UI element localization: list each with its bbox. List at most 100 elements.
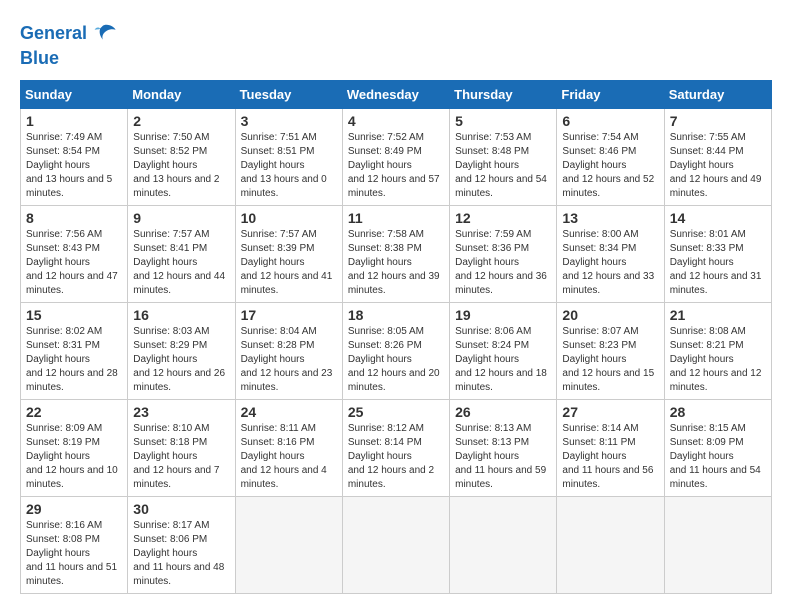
daylight-value: and 12 hours and 49 minutes.	[670, 174, 762, 199]
day-cell-22: 22 Sunrise: 8:09 AM Sunset: 8:19 PM Dayl…	[21, 399, 128, 496]
daylight-value: and 12 hours and 10 minutes.	[26, 465, 118, 490]
day-number: 5	[455, 113, 551, 129]
day-cell-5: 5 Sunrise: 7:53 AM Sunset: 8:48 PM Dayli…	[450, 108, 557, 205]
daylight-value: and 12 hours and 47 minutes.	[26, 271, 118, 296]
sunrise-label: Sunrise: 8:07 AM	[562, 326, 638, 337]
day-info: Sunrise: 8:16 AM Sunset: 8:08 PM Dayligh…	[26, 519, 122, 589]
day-number: 25	[348, 404, 444, 420]
daylight-label: Daylight hours	[133, 354, 197, 365]
sunrise-label: Sunrise: 7:57 AM	[241, 229, 317, 240]
day-cell-29: 29 Sunrise: 8:16 AM Sunset: 8:08 PM Dayl…	[21, 496, 128, 593]
calendar-table: SundayMondayTuesdayWednesdayThursdayFrid…	[20, 80, 772, 594]
calendar-header-row: SundayMondayTuesdayWednesdayThursdayFrid…	[21, 80, 772, 108]
day-cell-7: 7 Sunrise: 7:55 AM Sunset: 8:44 PM Dayli…	[664, 108, 771, 205]
daylight-value: and 11 hours and 51 minutes.	[26, 562, 117, 587]
daylight-value: and 12 hours and 2 minutes.	[348, 465, 434, 490]
sunrise-label: Sunrise: 8:00 AM	[562, 229, 638, 240]
sunset-label: Sunset: 8:52 PM	[133, 146, 207, 157]
sunset-label: Sunset: 8:28 PM	[241, 340, 315, 351]
sunrise-label: Sunrise: 8:09 AM	[26, 423, 102, 434]
empty-cell	[342, 496, 449, 593]
sunrise-label: Sunrise: 8:01 AM	[670, 229, 746, 240]
daylight-label: Daylight hours	[348, 160, 412, 171]
daylight-label: Daylight hours	[241, 451, 305, 462]
day-number: 15	[26, 307, 122, 323]
daylight-label: Daylight hours	[670, 354, 734, 365]
daylight-value: and 12 hours and 39 minutes.	[348, 271, 440, 296]
daylight-label: Daylight hours	[562, 160, 626, 171]
day-number: 11	[348, 210, 444, 226]
daylight-value: and 12 hours and 28 minutes.	[26, 368, 118, 393]
day-info: Sunrise: 7:57 AM Sunset: 8:39 PM Dayligh…	[241, 228, 337, 298]
daylight-label: Daylight hours	[133, 548, 197, 559]
sunrise-label: Sunrise: 7:54 AM	[562, 132, 638, 143]
day-info: Sunrise: 8:10 AM Sunset: 8:18 PM Dayligh…	[133, 422, 229, 492]
day-cell-27: 27 Sunrise: 8:14 AM Sunset: 8:11 PM Dayl…	[557, 399, 664, 496]
daylight-label: Daylight hours	[26, 257, 90, 268]
sunset-label: Sunset: 8:21 PM	[670, 340, 744, 351]
sunset-label: Sunset: 8:48 PM	[455, 146, 529, 157]
day-number: 3	[241, 113, 337, 129]
daylight-value: and 12 hours and 15 minutes.	[562, 368, 654, 393]
day-number: 19	[455, 307, 551, 323]
sunset-label: Sunset: 8:26 PM	[348, 340, 422, 351]
day-cell-9: 9 Sunrise: 7:57 AM Sunset: 8:41 PM Dayli…	[128, 205, 235, 302]
day-cell-6: 6 Sunrise: 7:54 AM Sunset: 8:46 PM Dayli…	[557, 108, 664, 205]
daylight-label: Daylight hours	[133, 160, 197, 171]
daylight-label: Daylight hours	[455, 257, 519, 268]
day-number: 4	[348, 113, 444, 129]
daylight-value: and 12 hours and 52 minutes.	[562, 174, 654, 199]
daylight-value: and 12 hours and 31 minutes.	[670, 271, 762, 296]
day-info: Sunrise: 7:58 AM Sunset: 8:38 PM Dayligh…	[348, 228, 444, 298]
sunrise-label: Sunrise: 8:14 AM	[562, 423, 638, 434]
sunset-label: Sunset: 8:31 PM	[26, 340, 100, 351]
daylight-value: and 12 hours and 36 minutes.	[455, 271, 547, 296]
sunset-label: Sunset: 8:29 PM	[133, 340, 207, 351]
day-info: Sunrise: 8:07 AM Sunset: 8:23 PM Dayligh…	[562, 325, 658, 395]
sunset-label: Sunset: 8:44 PM	[670, 146, 744, 157]
daylight-label: Daylight hours	[670, 160, 734, 171]
sunrise-label: Sunrise: 8:16 AM	[26, 520, 102, 531]
day-info: Sunrise: 8:17 AM Sunset: 8:06 PM Dayligh…	[133, 519, 229, 589]
sunset-label: Sunset: 8:11 PM	[562, 437, 635, 448]
day-cell-18: 18 Sunrise: 8:05 AM Sunset: 8:26 PM Dayl…	[342, 302, 449, 399]
day-header-monday: Monday	[128, 80, 235, 108]
daylight-value: and 13 hours and 0 minutes.	[241, 174, 327, 199]
sunset-label: Sunset: 8:19 PM	[26, 437, 100, 448]
day-info: Sunrise: 8:05 AM Sunset: 8:26 PM Dayligh…	[348, 325, 444, 395]
sunset-label: Sunset: 8:34 PM	[562, 243, 636, 254]
daylight-label: Daylight hours	[133, 257, 197, 268]
day-number: 6	[562, 113, 658, 129]
daylight-value: and 13 hours and 2 minutes.	[133, 174, 219, 199]
day-number: 9	[133, 210, 229, 226]
day-info: Sunrise: 8:14 AM Sunset: 8:11 PM Dayligh…	[562, 422, 658, 492]
sunrise-label: Sunrise: 7:51 AM	[241, 132, 317, 143]
day-cell-11: 11 Sunrise: 7:58 AM Sunset: 8:38 PM Dayl…	[342, 205, 449, 302]
daylight-label: Daylight hours	[26, 160, 90, 171]
day-header-sunday: Sunday	[21, 80, 128, 108]
empty-cell	[664, 496, 771, 593]
daylight-label: Daylight hours	[241, 354, 305, 365]
logo: General Blue	[20, 20, 117, 70]
day-number: 17	[241, 307, 337, 323]
day-info: Sunrise: 8:13 AM Sunset: 8:13 PM Dayligh…	[455, 422, 551, 492]
day-info: Sunrise: 7:49 AM Sunset: 8:54 PM Dayligh…	[26, 131, 122, 201]
day-cell-8: 8 Sunrise: 7:56 AM Sunset: 8:43 PM Dayli…	[21, 205, 128, 302]
day-info: Sunrise: 8:01 AM Sunset: 8:33 PM Dayligh…	[670, 228, 766, 298]
day-info: Sunrise: 7:50 AM Sunset: 8:52 PM Dayligh…	[133, 131, 229, 201]
day-info: Sunrise: 7:57 AM Sunset: 8:41 PM Dayligh…	[133, 228, 229, 298]
day-cell-20: 20 Sunrise: 8:07 AM Sunset: 8:23 PM Dayl…	[557, 302, 664, 399]
daylight-value: and 12 hours and 54 minutes.	[455, 174, 547, 199]
day-number: 16	[133, 307, 229, 323]
day-number: 2	[133, 113, 229, 129]
day-number: 20	[562, 307, 658, 323]
day-cell-12: 12 Sunrise: 7:59 AM Sunset: 8:36 PM Dayl…	[450, 205, 557, 302]
day-info: Sunrise: 8:15 AM Sunset: 8:09 PM Dayligh…	[670, 422, 766, 492]
day-cell-28: 28 Sunrise: 8:15 AM Sunset: 8:09 PM Dayl…	[664, 399, 771, 496]
daylight-value: and 11 hours and 59 minutes.	[455, 465, 546, 490]
daylight-value: and 13 hours and 5 minutes.	[26, 174, 112, 199]
daylight-label: Daylight hours	[455, 354, 519, 365]
sunrise-label: Sunrise: 7:55 AM	[670, 132, 746, 143]
sunrise-label: Sunrise: 8:17 AM	[133, 520, 209, 531]
day-info: Sunrise: 7:54 AM Sunset: 8:46 PM Dayligh…	[562, 131, 658, 201]
